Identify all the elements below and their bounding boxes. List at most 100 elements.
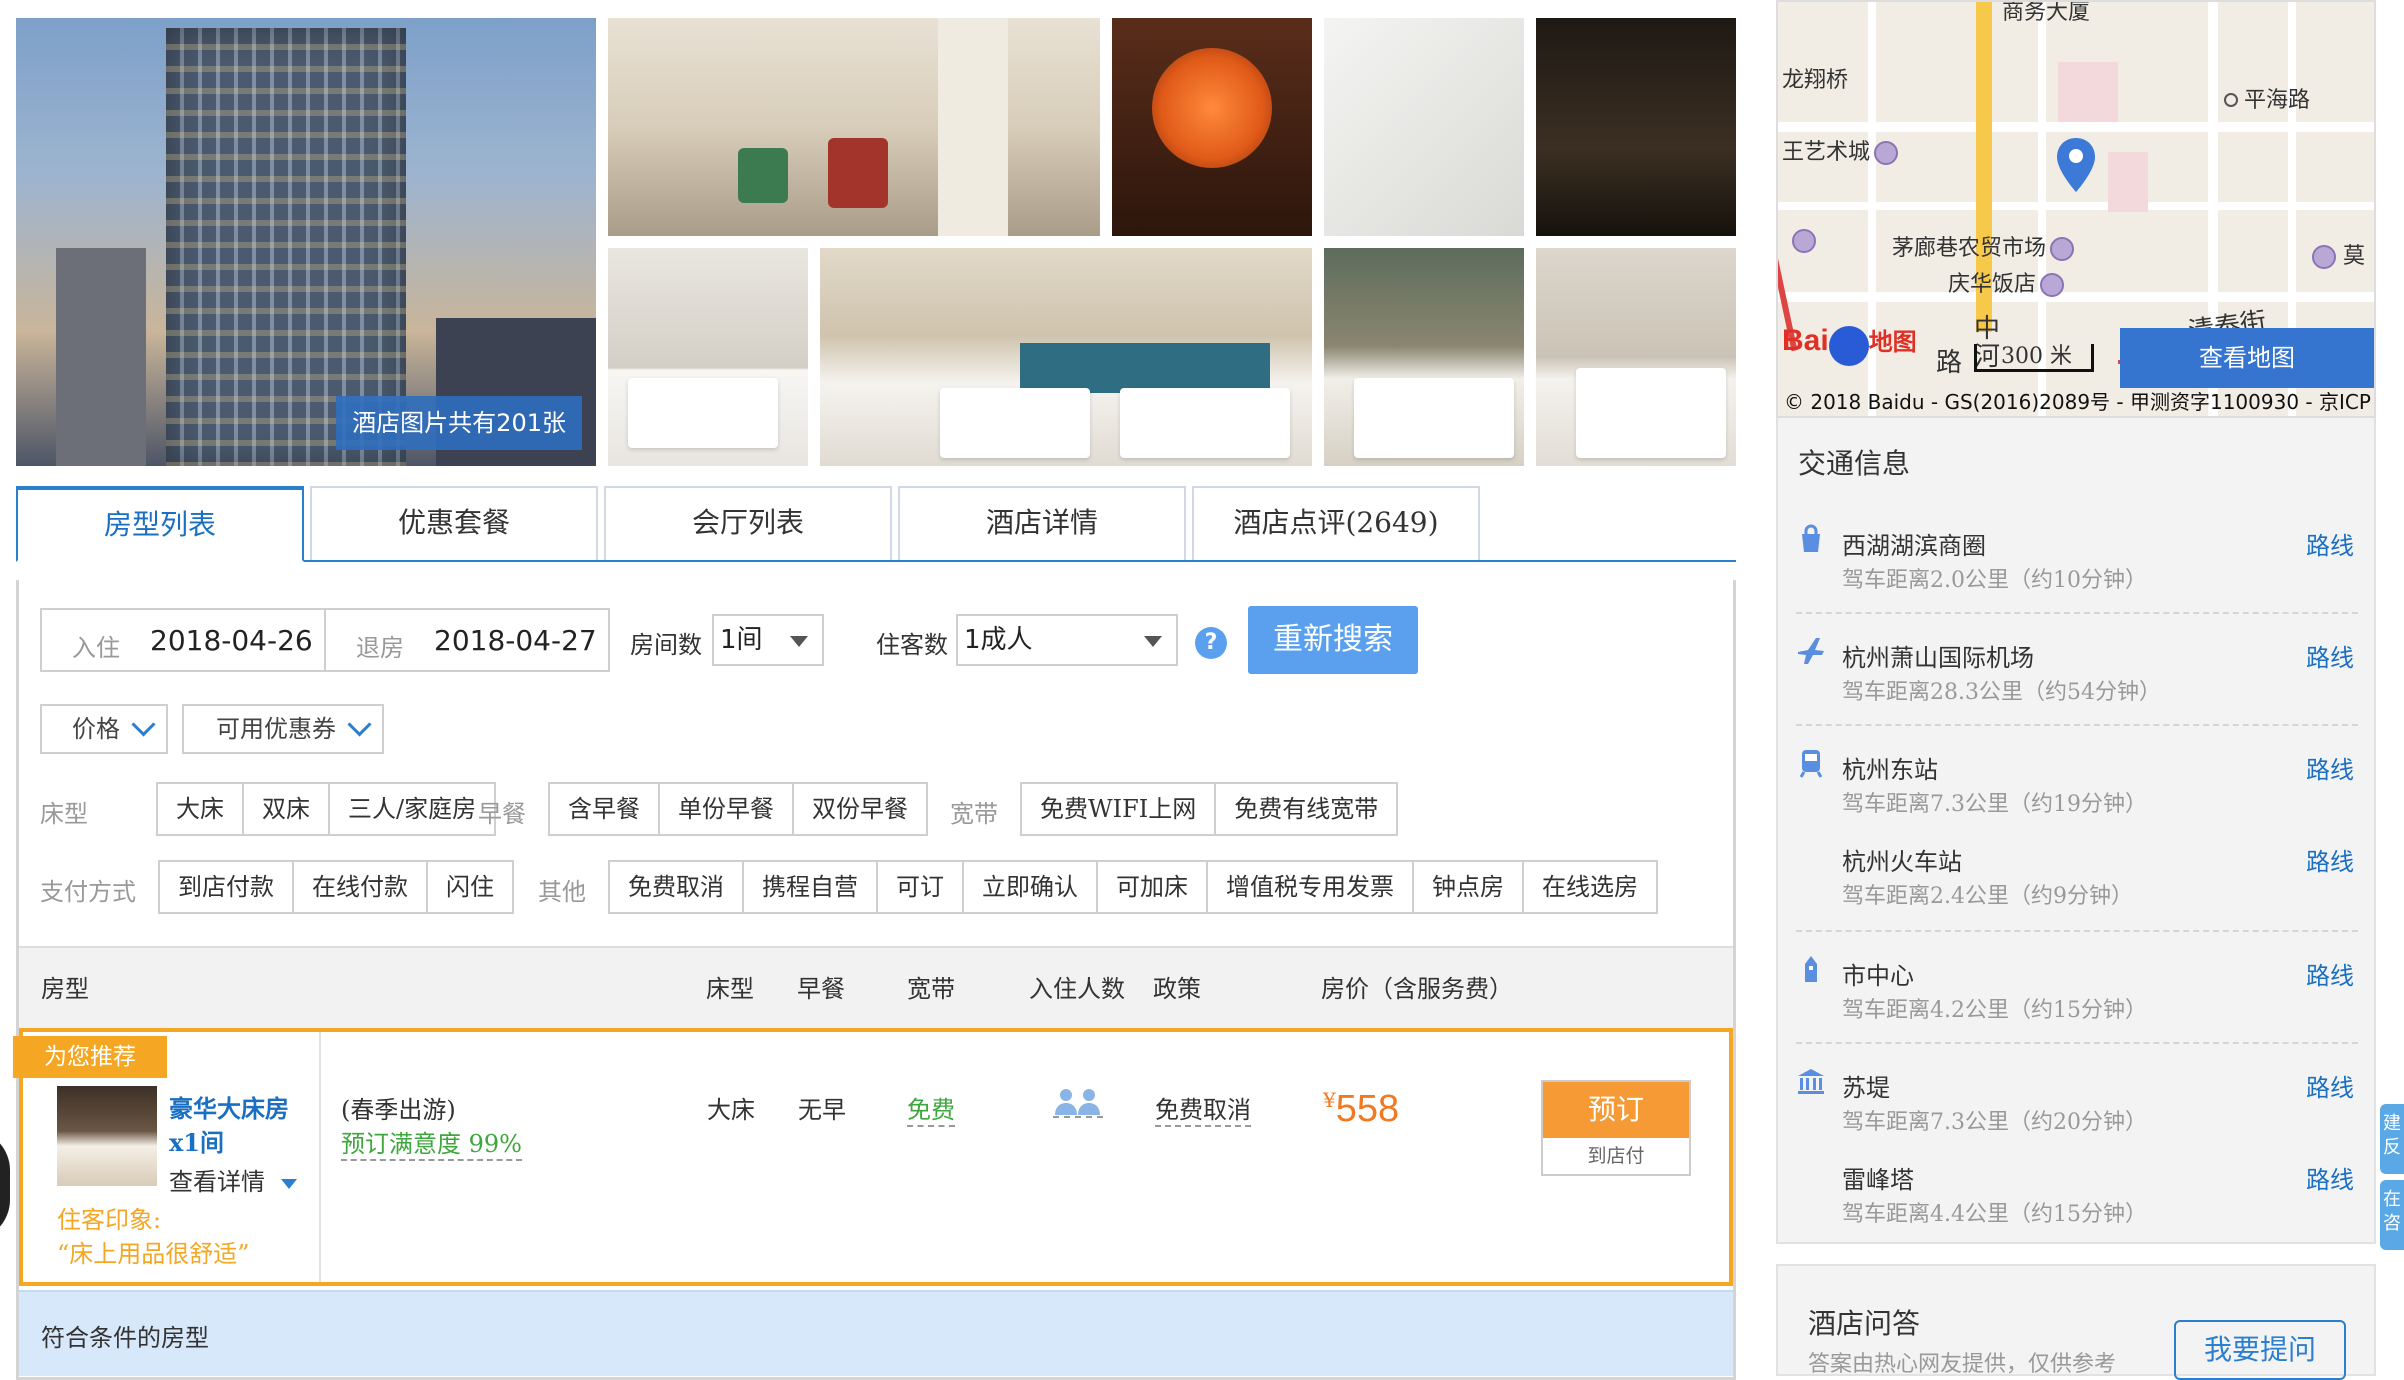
other-filter-label: 其他: [538, 878, 586, 906]
research-button[interactable]: 重新搜索: [1248, 606, 1418, 674]
filter-pay-at-hotel[interactable]: 到店付款: [160, 862, 294, 912]
filter-bed-family[interactable]: 三人/家庭房: [330, 784, 494, 834]
filter-online-room-select[interactable]: 在线选房: [1524, 862, 1656, 912]
transit-name: 杭州东站: [1842, 756, 1938, 784]
th-bed: 床型: [706, 975, 754, 1003]
tab-reviews[interactable]: 酒店点评(2649): [1192, 486, 1480, 560]
floating-widget[interactable]: [0, 1130, 10, 1240]
feedback-float-button[interactable]: 建反: [2380, 1104, 2404, 1174]
city-icon: [1805, 956, 1817, 982]
room-details-link[interactable]: 查看详情: [169, 1162, 297, 1197]
bed-filter-label: 床型: [40, 800, 88, 828]
filter-bed-king[interactable]: 大床: [158, 784, 244, 834]
map-scale-label: 300 米: [2001, 344, 2072, 369]
route-link[interactable]: 路线: [2306, 956, 2354, 991]
filter-instant-confirm[interactable]: 立即确认: [964, 862, 1098, 912]
two-guests-icon[interactable]: [1053, 1088, 1103, 1118]
checkout-field[interactable]: 退房 2018-04-27: [324, 608, 610, 672]
map-label: 茅廊巷农贸市场: [1892, 230, 2075, 262]
tab-bar: 房型列表 优惠套餐 会厅列表 酒店详情 酒店点评(2649): [16, 486, 1736, 562]
view-map-button[interactable]: 查看地图: [2120, 328, 2374, 388]
filter-free-wired[interactable]: 免费有线宽带: [1216, 784, 1396, 834]
price-value: 558: [1335, 1088, 1400, 1130]
price-dropdown[interactable]: 价格: [40, 704, 168, 754]
map-road-label: 路: [1936, 348, 1963, 378]
bathroom-photo[interactable]: [1324, 18, 1524, 236]
poi-icon: [2312, 245, 2336, 269]
room-name-link[interactable]: 豪华大床房x1间: [169, 1092, 309, 1160]
matching-rooms-section: 符合条件的房型: [19, 1290, 1733, 1376]
route-link[interactable]: 路线: [2306, 750, 2354, 785]
tab-packages[interactable]: 优惠套餐: [310, 486, 598, 560]
checkin-label: 入住: [72, 634, 120, 662]
satisfaction-rate[interactable]: 预订满意度 99%: [341, 1124, 522, 1161]
route-link[interactable]: 路线: [2306, 1068, 2354, 1103]
route-link[interactable]: 路线: [2306, 842, 2354, 877]
photo-count-caption[interactable]: 酒店图片共有201张: [336, 396, 582, 450]
hotel-main-photo[interactable]: 酒店图片共有201张: [16, 18, 596, 466]
rooms-value: 1间: [720, 625, 763, 655]
filter-bed-twin[interactable]: 双床: [244, 784, 330, 834]
filter-breakfast-included[interactable]: 含早餐: [550, 784, 660, 834]
route-link[interactable]: 路线: [2306, 526, 2354, 561]
other-filter-group: 免费取消 携程自营 可订 立即确认 可加床 增值税专用发票 钟点房 在线选房: [608, 860, 1658, 914]
train-icon: [1799, 750, 1823, 778]
guests-select[interactable]: 1成人: [956, 614, 1178, 666]
hotel-location-pin-icon[interactable]: [2054, 136, 2098, 194]
room-thumbnail[interactable]: [57, 1086, 157, 1186]
restaurant-photo[interactable]: [1536, 18, 1736, 236]
breakfast-value: 无早: [798, 1096, 846, 1124]
room-photo-4[interactable]: [1536, 248, 1736, 466]
checkout-label: 退房: [356, 634, 404, 662]
checkin-field[interactable]: 入住 2018-04-26: [40, 608, 326, 672]
filter-flash-stay[interactable]: 闪住: [428, 862, 512, 912]
chevron-down-icon: [790, 636, 808, 647]
route-link[interactable]: 路线: [2306, 1160, 2354, 1195]
filter-bookable[interactable]: 可订: [878, 862, 964, 912]
route-link[interactable]: 路线: [2306, 638, 2354, 673]
transit-name: 西湖湖滨商圈: [1842, 532, 1986, 560]
filter-ctrip-self[interactable]: 携程自营: [744, 862, 878, 912]
map-label: 平海路: [2224, 82, 2310, 114]
tab-room-list[interactable]: 房型列表: [16, 486, 304, 562]
breakfast-filter-group: 含早餐 单份早餐 双份早餐: [548, 782, 928, 836]
filter-vat-invoice[interactable]: 增值税专用发票: [1208, 862, 1414, 912]
filter-hourly-room[interactable]: 钟点房: [1414, 862, 1524, 912]
filter-breakfast-single[interactable]: 单份早餐: [660, 784, 794, 834]
filter-free-cancel[interactable]: 免费取消: [610, 862, 744, 912]
poi-icon: [1788, 228, 1816, 253]
map-copyright: © 2018 Baidu - GS(2016)2089号 - 甲测资字11009…: [1784, 390, 2371, 414]
decor-photo[interactable]: [1112, 18, 1312, 236]
rooms-select[interactable]: 1间: [712, 614, 824, 666]
broadband-filter-group: 免费WIFI上网 免费有线宽带: [1020, 782, 1399, 836]
tab-hotel-details[interactable]: 酒店详情: [898, 486, 1186, 560]
caret-down-icon: [280, 1178, 297, 1189]
filter-pay-online[interactable]: 在线付款: [294, 862, 428, 912]
book-button[interactable]: 预订 到店付: [1541, 1080, 1691, 1176]
filter-extra-bed[interactable]: 可加床: [1098, 862, 1208, 912]
lobby-photo[interactable]: [608, 18, 1100, 236]
broadband-value[interactable]: 免费: [907, 1090, 955, 1127]
transit-name: 雷峰塔: [1842, 1166, 1914, 1194]
matching-rooms-title: 符合条件的房型: [41, 1324, 209, 1352]
baidu-map-logo: Bai 地图: [1782, 322, 1917, 378]
landmark-icon: [1798, 1069, 1824, 1094]
policy-value[interactable]: 免费取消: [1155, 1090, 1251, 1127]
checkin-value[interactable]: 2018-04-26: [150, 624, 313, 657]
bed-value: 大床: [707, 1096, 755, 1124]
filter-breakfast-double[interactable]: 双份早餐: [794, 784, 926, 834]
help-icon[interactable]: ?: [1195, 627, 1227, 659]
checkout-value[interactable]: 2018-04-27: [434, 624, 597, 657]
coupon-dropdown[interactable]: 可用优惠券: [182, 704, 384, 754]
room-photo-3[interactable]: [1324, 248, 1524, 466]
consult-float-button[interactable]: 在咨: [2380, 1180, 2404, 1250]
room-photo-2[interactable]: [820, 248, 1312, 466]
tab-meeting-rooms[interactable]: 会厅列表: [604, 486, 892, 560]
ask-question-button[interactable]: 我要提问: [2174, 1320, 2346, 1380]
bed-filter-group: 大床 双床 三人/家庭房: [156, 782, 497, 836]
chevron-down-icon: [347, 712, 372, 737]
room-photo-1[interactable]: [608, 248, 808, 466]
filter-free-wifi[interactable]: 免费WIFI上网: [1022, 784, 1217, 834]
recommended-room-row: 为您推荐 豪华大床房x1间 查看详情 住客印象: “床上用品很舒适” (春季出游…: [13, 1028, 1733, 1286]
location-map[interactable]: 商务大厦 龙翔桥 平海路 王艺术城 茅廊巷农贸市场 庆华饭店 莫 清泰街 中 河…: [1776, 0, 2376, 418]
